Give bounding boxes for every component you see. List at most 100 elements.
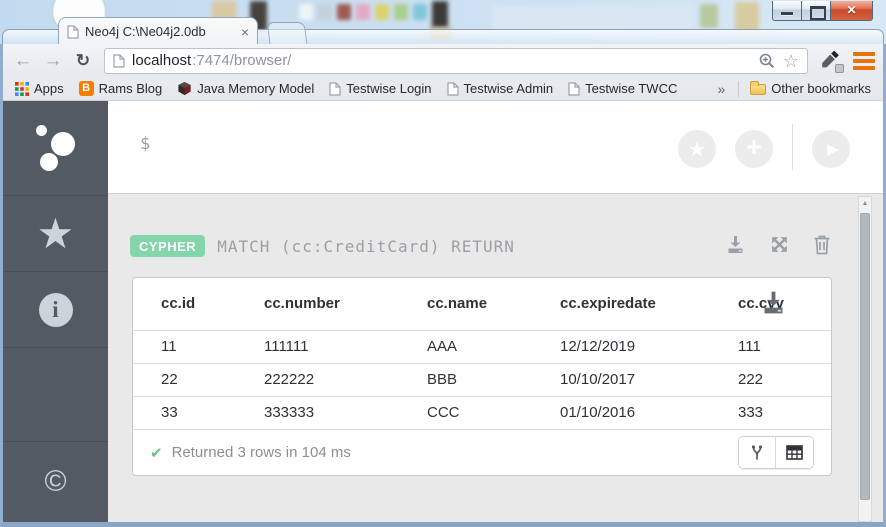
query-header: CYPHER MATCH (cc:CreditCard) RETURN [130, 235, 515, 257]
cypher-badge: CYPHER [130, 235, 206, 257]
status-text: Returned 3 rows in 104 ms [171, 444, 351, 461]
column-header: cc.number [264, 295, 340, 313]
tab-title: Neo4j C:\Ne04j2.0db [85, 24, 206, 39]
chrome-menu-icon[interactable] [852, 51, 876, 71]
maximize-button[interactable] [801, 1, 830, 21]
success-check-icon: ✔ [150, 444, 163, 462]
download-icon[interactable] [725, 234, 746, 255]
desktop-item [432, 1, 448, 29]
window-controls: ✕ [772, 1, 873, 21]
close-window-button[interactable]: ✕ [830, 1, 873, 21]
result-table: cc.id cc.number cc.name cc.expiredate cc… [133, 278, 831, 429]
bookmarks-overflow-chevron[interactable]: » [712, 81, 732, 97]
info-icon: i [38, 292, 73, 327]
editor-bar: $ ★ + ▶ [108, 101, 883, 194]
zoom-icon[interactable] [758, 52, 776, 70]
bookmark-rams-blog[interactable]: B Rams Blog [75, 81, 167, 96]
table-view-button[interactable] [776, 437, 813, 468]
folder-icon [750, 81, 767, 95]
star-icon: ★ [36, 209, 75, 257]
scrollbar[interactable]: ▲ [858, 196, 872, 522]
reload-icon[interactable]: ↻ [70, 49, 96, 73]
bookmark-apps[interactable]: Apps [11, 81, 68, 96]
page-icon [329, 81, 341, 96]
column-header: cc.expiredate [560, 295, 656, 313]
cube-icon [178, 81, 191, 96]
bookmark-label: Testwise Login [346, 81, 432, 96]
page-icon [446, 81, 459, 96]
result-footer: ✔ Returned 3 rows in 104 ms [133, 429, 831, 475]
other-bookmarks[interactable]: Other bookmarks [746, 81, 875, 96]
table-row: 11 111111 AAA 12/12/2019 111 [133, 329, 831, 363]
table-row: 33 333333 CCC 01/10/2016 333 [133, 395, 831, 429]
download-icon [764, 291, 783, 314]
cell: 333 [710, 395, 831, 429]
tab-close-icon[interactable]: × [241, 25, 249, 39]
trash-icon[interactable] [813, 234, 831, 255]
cell: CCC [399, 395, 532, 429]
cell: 111111 [236, 329, 399, 363]
bookmark-label: Java Memory Model [197, 81, 315, 96]
desktop-item [735, 2, 759, 32]
view-toggle [738, 436, 814, 469]
graph-icon [751, 444, 763, 460]
cell: 12/12/2019 [532, 329, 710, 363]
bookmark-testwise-admin[interactable]: Testwise Admin [443, 81, 558, 96]
desktop-item [337, 4, 351, 20]
cell: 222222 [236, 362, 399, 396]
bookmark-testwise-twcc[interactable]: Testwise TWCC [564, 81, 681, 96]
blogger-icon: B [78, 81, 94, 96]
bookmark-label: Testwise TWCC [585, 81, 678, 96]
page-icon [67, 24, 79, 39]
bookmark-testwise-login[interactable]: Testwise Login [325, 81, 435, 96]
eyedropper-extension-icon[interactable] [818, 48, 844, 74]
cell: 33 [133, 395, 236, 429]
sidebar-section-blank [3, 348, 108, 442]
scroll-up-icon[interactable]: ▲ [859, 197, 871, 210]
divider [738, 80, 740, 97]
desktop-item [318, 4, 332, 20]
query-text[interactable]: MATCH (cc:CreditCard) RETURN [217, 237, 515, 256]
sidebar-item-about[interactable] [3, 101, 108, 196]
url-path: :7474/browser/ [192, 52, 292, 69]
table-icon [786, 445, 803, 460]
run-button[interactable]: ▶ [812, 130, 850, 168]
address-bar[interactable]: localhost :7474/browser/ ☆ [104, 47, 808, 74]
scroll-thumb[interactable] [860, 213, 870, 500]
bookmark-star-icon[interactable]: ☆ [783, 52, 799, 70]
command-prompt-input[interactable]: $ [140, 134, 150, 154]
cell: 222 [710, 362, 831, 396]
cell: BBB [399, 362, 532, 396]
export-csv-button[interactable] [760, 289, 787, 316]
cell: 11 [133, 329, 236, 363]
page-icon [113, 53, 125, 68]
url-host: localhost [132, 52, 192, 69]
cell: 01/10/2016 [532, 395, 710, 429]
copyright-icon: © [44, 465, 67, 498]
result-frame: CYPHER MATCH (cc:CreditCard) RETURN cc.i… [108, 194, 883, 522]
sidebar-item-favorites[interactable]: ★ [3, 196, 108, 272]
neo4j-sidebar: ★ i © [3, 101, 108, 522]
page-icon [568, 81, 580, 96]
bookmarks-bar: Apps B Rams Blog Java Memory Model Testw… [3, 77, 883, 101]
minimize-button[interactable] [772, 1, 801, 21]
column-header: cc.id [161, 295, 196, 313]
bookmark-java-memory-model[interactable]: Java Memory Model [173, 81, 318, 96]
fullscreen-icon[interactable] [769, 234, 790, 255]
result-card: cc.id cc.number cc.name cc.expiredate cc… [132, 277, 832, 476]
cell: 22 [133, 362, 236, 396]
sidebar-item-information[interactable]: i [3, 272, 108, 348]
new-tab-button[interactable] [266, 22, 308, 44]
divider [792, 124, 793, 170]
add-button[interactable]: + [735, 130, 773, 168]
desktop-item [700, 4, 718, 28]
desktop-item [413, 4, 427, 20]
eyedropper-swatch [835, 63, 844, 73]
graph-view-button[interactable] [739, 437, 776, 468]
forward-icon[interactable]: → [40, 49, 66, 73]
browser-tab[interactable]: Neo4j C:\Ne04j2.0db × [58, 17, 258, 45]
sidebar-item-credits[interactable]: © [3, 442, 108, 522]
back-icon[interactable]: ← [10, 49, 36, 73]
favorite-button[interactable]: ★ [678, 130, 716, 168]
frame-actions [725, 234, 831, 255]
